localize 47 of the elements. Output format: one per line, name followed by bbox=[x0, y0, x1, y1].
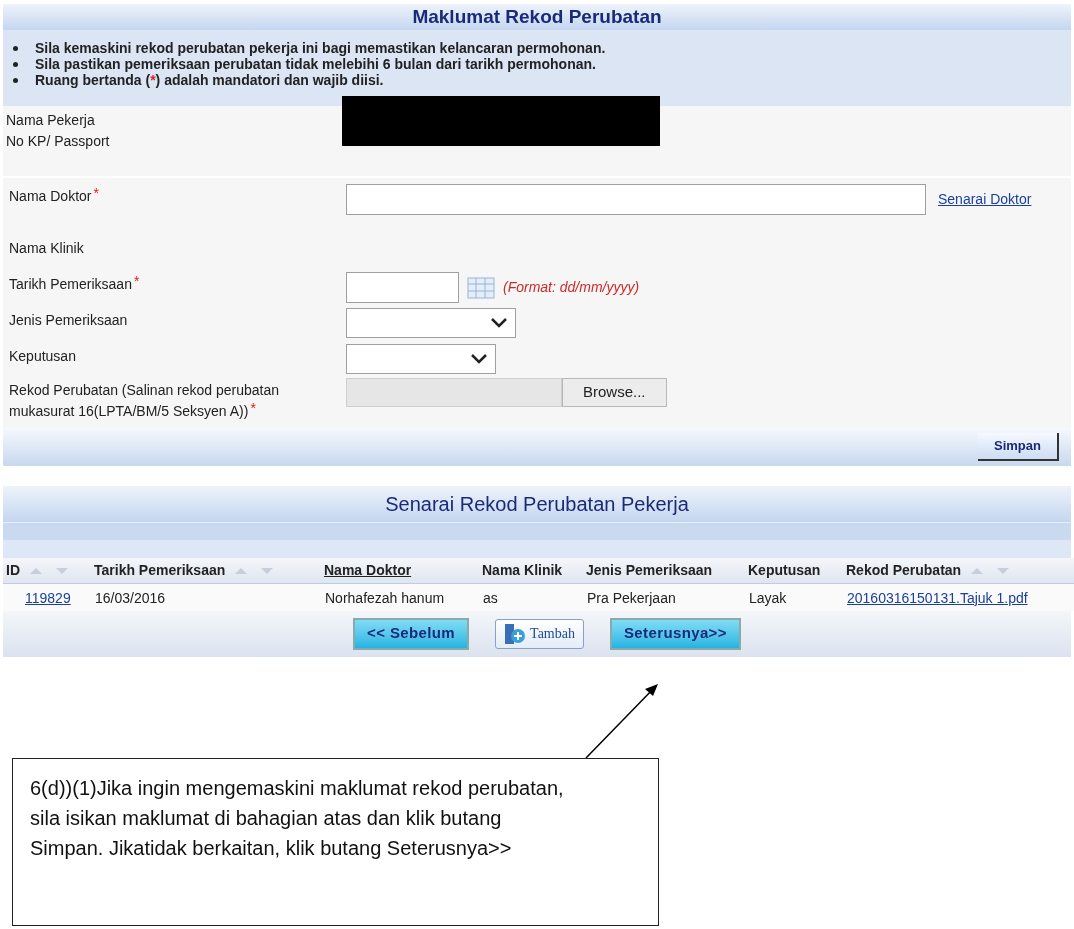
note-text: Sila pastikan pemeriksaan perubatan tidak melebihi 6 bulan dari tarikh permohonan. bbox=[35, 56, 596, 72]
doctor-list-link[interactable]: Senarai Doktor bbox=[938, 189, 1032, 210]
note-text: Sila kemaskini rekod perubatan pekerja ini bagi memastikan kelancaran permohonan. bbox=[35, 40, 606, 56]
column-header[interactable]: Jenis Pemeriksaan bbox=[583, 558, 745, 583]
add-icon bbox=[504, 622, 527, 645]
nav-button[interactable]: << Sebelum bbox=[353, 617, 470, 650]
employee-label: Nama Pekerja bbox=[6, 112, 95, 128]
table-link[interactable]: 119829 bbox=[3, 583, 91, 611]
table-cell: Layak bbox=[745, 583, 843, 611]
section-header: Senarai Rekod Perubatan Pekerja bbox=[3, 486, 1071, 522]
column-header[interactable]: Nama Doktor bbox=[321, 558, 479, 583]
doctor-name-field[interactable] bbox=[346, 184, 926, 215]
callout-text: 6(d))(1)Jika ingin mengemaskini maklumat rekod perubatan, sila isikan maklumat di bahagian atas dan klik butang Simpan. Jikatidak berkaitan, klik butang Seterusnya>> bbox=[30, 777, 564, 859]
column-header[interactable]: ID bbox=[3, 558, 91, 583]
bullet-icon bbox=[13, 77, 18, 83]
chevron-down-icon bbox=[491, 318, 507, 328]
field-label: Nama Doktor* bbox=[9, 188, 99, 204]
column-header[interactable]: Nama Klinik bbox=[479, 558, 583, 583]
dropdown-field[interactable] bbox=[346, 344, 496, 374]
dropdown-field[interactable] bbox=[346, 308, 516, 338]
employee-label: No KP/ Passport bbox=[6, 133, 110, 149]
table-cell: Pra Pekerjaan bbox=[583, 583, 745, 611]
section-header: Maklumat Rekod Perubatan bbox=[3, 4, 1071, 30]
file-path-field[interactable] bbox=[346, 378, 562, 407]
field-label: Keputusan bbox=[9, 348, 76, 364]
field-label: Nama Klinik bbox=[9, 240, 84, 256]
column-header[interactable]: Rekod Perubatan bbox=[843, 558, 1074, 583]
field-label: Rekod Perubatan (Salinan rekod perubatan mukasurat 16(LPTA/BM/5 Seksyen A))* bbox=[9, 382, 280, 419]
table-cell: as bbox=[479, 583, 583, 611]
chevron-down-icon bbox=[471, 354, 487, 364]
date-field[interactable] bbox=[346, 272, 459, 303]
add-button[interactable]: Tambah bbox=[495, 618, 584, 649]
field-label: Jenis Pemeriksaan bbox=[9, 312, 128, 328]
bullet-icon bbox=[13, 61, 18, 67]
date-format-hint: (Format: dd/mm/yyyy) bbox=[503, 278, 640, 297]
field-label: Tarikh Pemeriksaan* bbox=[9, 276, 140, 292]
column-header[interactable]: Keputusan bbox=[745, 558, 843, 583]
browse-button[interactable]: Browse... bbox=[562, 378, 667, 407]
table-cell: Norhafezah hanum bbox=[321, 583, 479, 611]
bullet-icon bbox=[13, 45, 18, 51]
nav-button[interactable]: Seterusnya>> bbox=[610, 617, 741, 650]
save-button[interactable]: Simpan bbox=[978, 433, 1059, 461]
table-cell: 16/03/2016 bbox=[91, 583, 321, 611]
calendar-icon[interactable] bbox=[467, 276, 495, 299]
table-link[interactable]: 20160316150131.Tajuk 1.pdf bbox=[843, 583, 1074, 611]
note-text: Ruang bertanda (*) adalah mandatori dan wajib diisi. bbox=[35, 72, 384, 88]
column-header[interactable]: Tarikh Pemeriksaan bbox=[91, 558, 321, 583]
